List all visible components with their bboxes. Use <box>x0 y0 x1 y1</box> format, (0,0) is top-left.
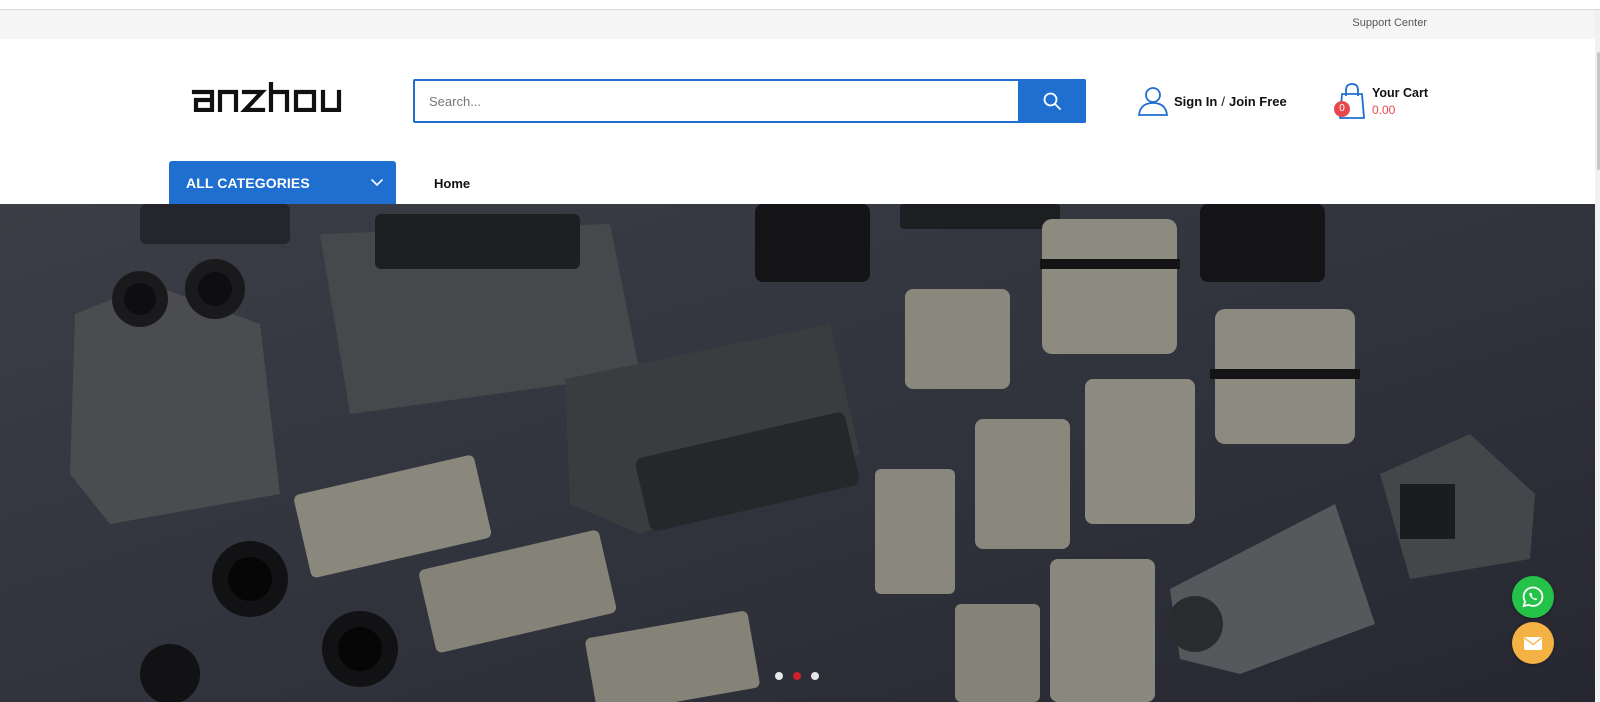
account-area: Sign In / Join Free <box>1136 85 1287 117</box>
hero-banner[interactable] <box>0 204 1595 702</box>
nav-item-home[interactable]: Home <box>434 176 470 191</box>
search-box <box>413 79 1086 123</box>
cart-count-badge: 0 <box>1334 101 1350 117</box>
browser-top-border <box>0 0 1600 10</box>
support-center-link[interactable]: Support Center <box>1352 17 1427 29</box>
slider-dots <box>775 672 819 680</box>
page-scrollbar[interactable] <box>1595 10 1600 702</box>
chevron-down-icon <box>371 179 383 187</box>
slider-dot-1[interactable] <box>775 672 783 680</box>
cart-total: 0.00 <box>1372 103 1396 117</box>
cart[interactable]: 0 Your Cart 0.00 <box>1334 82 1434 122</box>
slider-dot-3[interactable] <box>811 672 819 680</box>
email-button[interactable] <box>1512 622 1554 664</box>
search-input[interactable] <box>415 81 1046 121</box>
whatsapp-button[interactable] <box>1512 576 1554 618</box>
all-categories-button[interactable]: ALL CATEGORIES <box>169 161 396 204</box>
mail-icon <box>1524 637 1542 650</box>
user-icon[interactable] <box>1136 85 1170 117</box>
cart-title: Your Cart <box>1372 86 1429 100</box>
search-icon <box>1043 92 1061 110</box>
join-free-link[interactable]: Join Free <box>1229 94 1287 109</box>
search-button[interactable] <box>1018 79 1086 123</box>
slider-dot-2[interactable] <box>793 672 801 680</box>
whatsapp-icon <box>1522 586 1544 608</box>
all-categories-label: ALL CATEGORIES <box>186 175 310 191</box>
top-bar: Support Center <box>0 10 1600 39</box>
sign-in-link[interactable]: Sign In <box>1174 94 1217 109</box>
site-logo[interactable]: anzhou <box>190 82 355 112</box>
hero-image <box>0 204 1595 702</box>
account-separator: / <box>1221 93 1225 109</box>
logo-wordmark <box>191 82 342 112</box>
